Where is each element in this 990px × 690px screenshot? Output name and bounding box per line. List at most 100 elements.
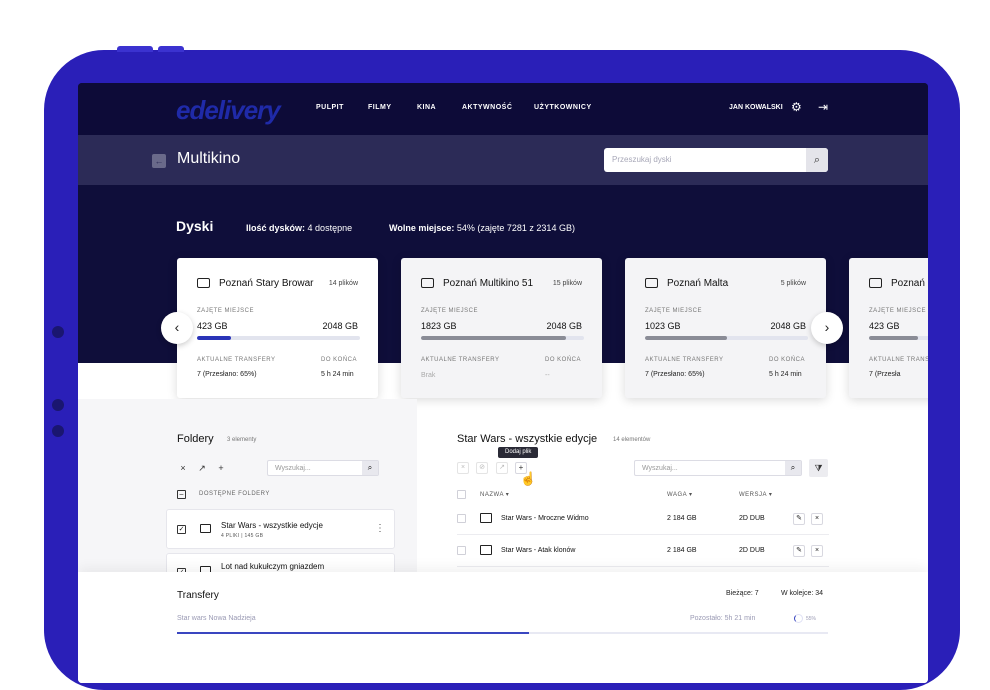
transfers-value: Brak <box>421 372 436 379</box>
transfers-panel: Transfery Bieżące: 7 W kolejce: 34 Star … <box>78 572 928 683</box>
transfers-label: AKTUALNE TRANSFERY <box>197 357 276 363</box>
expand-arrow-icon[interactable]: ↗ <box>196 462 208 474</box>
close-icon[interactable]: × <box>177 462 189 474</box>
carousel-next-button[interactable]: › <box>811 312 843 344</box>
edit-icon[interactable]: ✎ <box>793 545 805 557</box>
usage-bar <box>645 336 808 340</box>
queued-transfers: W kolejce: 34 <box>781 590 824 597</box>
add-icon[interactable]: + <box>215 462 227 474</box>
folders-title: Foldery <box>177 433 214 445</box>
used-space-value: 1023 GB <box>645 321 681 331</box>
used-space-label: ZAJĘTE MIEJSCE <box>869 308 927 314</box>
used-space-value: 1823 GB <box>421 321 457 331</box>
search-icon[interactable]: ⌕ <box>806 148 828 172</box>
transfers-title: Transfery <box>177 590 219 601</box>
hard-drive-icon <box>869 278 882 288</box>
top-navigation: edelivery PULPIT FILMY KINA AKTYWNOŚĆ UŻ… <box>78 83 928 135</box>
block-icon[interactable]: ⊘ <box>476 462 488 474</box>
transfer-progress-bar <box>177 632 828 634</box>
transfers-label: AKTUALNE TRANSFERY <box>645 357 724 363</box>
logout-icon[interactable]: ⇥ <box>818 100 828 114</box>
filter-icon[interactable]: ⧩ <box>809 459 828 477</box>
disk-card[interactable]: Poznań Malta 5 plików ZAJĘTE MIEJSCE 102… <box>625 258 826 398</box>
device-side-button <box>52 425 64 437</box>
nav-item-uzytkownicy[interactable]: UŻYTKOWNICY <box>534 104 592 111</box>
disk-card[interactable]: Poznań ZAJĘTE MIEJSCE 423 GB AKTUALNE TR… <box>849 258 928 398</box>
disk-name: Poznań <box>891 278 925 289</box>
disk-search-input[interactable]: Przeszukaj dyski ⌕ <box>604 148 828 172</box>
add-file-tooltip: Dodaj plik <box>498 447 539 458</box>
page-header: ← Multikino Przeszukaj dyski ⌕ <box>78 135 928 185</box>
file-version: 2D DUB <box>739 547 765 554</box>
transfer-progress-fill <box>177 632 529 634</box>
brand-logo[interactable]: edelivery <box>176 95 281 126</box>
delete-icon[interactable]: × <box>811 513 823 525</box>
carousel-prev-button[interactable]: ‹ <box>161 312 193 344</box>
usage-bar <box>197 336 360 340</box>
nav-item-filmy[interactable]: FILMY <box>368 104 392 111</box>
column-size-header[interactable]: WAGA ▾ <box>667 491 692 498</box>
remaining-value: -- <box>545 372 550 379</box>
transfers-label: AKTUALNE TRANSFERY <box>869 357 928 363</box>
file-checkbox[interactable] <box>457 514 466 523</box>
disk-card[interactable]: Poznań Multikino 51 15 plików ZAJĘTE MIE… <box>401 258 602 398</box>
delete-icon[interactable]: × <box>811 545 823 557</box>
search-placeholder: Wyszukaj... <box>642 465 678 472</box>
available-folders-label: DOSTĘPNE FOLDERY <box>199 491 270 497</box>
transfers-label: AKTUALNE TRANSFERY <box>421 357 500 363</box>
edit-icon[interactable]: ✎ <box>793 513 805 525</box>
app-screen: edelivery PULPIT FILMY KINA AKTYWNOŚĆ UŻ… <box>78 83 928 683</box>
device-side-button <box>52 326 64 338</box>
transfers-value: 7 (Przesłano: 65%) <box>645 371 705 378</box>
select-all-files-checkbox[interactable] <box>457 490 466 499</box>
select-all-checkbox[interactable]: – <box>177 490 186 499</box>
gear-icon[interactable]: ⚙ <box>791 100 802 114</box>
folder-name: Lot nad kukułczym gniazdem <box>221 562 325 571</box>
hard-drive-icon <box>197 278 210 288</box>
files-count: 14 elementów <box>613 437 651 443</box>
usage-bar <box>869 336 928 340</box>
disks-title: Dyski <box>176 218 214 234</box>
free-space: Wolne miejsce: 54% (zajęte 7281 z 2314 G… <box>389 223 575 233</box>
user-name[interactable]: JAN KOWALSKI <box>729 104 783 111</box>
file-checkbox[interactable] <box>457 546 466 555</box>
progress-spinner-icon <box>794 614 803 623</box>
file-name: Star Wars - Mroczne Widmo <box>501 515 589 522</box>
back-arrow-icon[interactable]: ← <box>152 154 166 168</box>
page-title: Multikino <box>177 150 241 167</box>
folder-checkbox[interactable]: ✓ <box>177 525 186 534</box>
current-transfers: Bieżące: 7 <box>726 590 759 597</box>
more-options-icon[interactable]: ⋮ <box>375 523 385 534</box>
nav-item-aktywnosc[interactable]: AKTYWNOŚĆ <box>462 104 512 111</box>
usage-bar-fill <box>645 336 727 340</box>
nav-item-pulpit[interactable]: PULPIT <box>316 104 344 111</box>
search-icon[interactable]: ⌕ <box>785 461 801 475</box>
device-button <box>117 46 153 52</box>
column-name-header[interactable]: NAZWA ▾ <box>480 491 509 498</box>
folders-count: 3 elementy <box>227 437 257 443</box>
film-icon <box>480 545 492 555</box>
hard-drive-icon <box>421 278 434 288</box>
disk-name: Poznań Stary Browar <box>219 278 314 289</box>
device-side-button <box>52 399 64 411</box>
disk-name: Poznań Multikino 51 <box>443 278 534 289</box>
transfers-value: 7 (Przesłano: 65%) <box>197 371 257 378</box>
disk-card[interactable]: Poznań Stary Browar 14 plików ZAJĘTE MIE… <box>177 258 378 398</box>
expand-arrow-icon[interactable]: ↗ <box>496 462 508 474</box>
total-space-value: 2048 GB <box>546 321 582 331</box>
hand-cursor-icon: ☝ <box>520 471 537 486</box>
nav-item-kina[interactable]: KINA <box>417 104 436 111</box>
remaining-value: 5 h 24 min <box>321 371 354 378</box>
transfer-remaining: Pozostało: 5h 21 min <box>690 615 756 622</box>
remaining-label: DO KOŃCA <box>769 357 806 363</box>
hard-drive-icon <box>645 278 658 288</box>
file-size: 2 184 GB <box>667 547 697 554</box>
column-version-header[interactable]: WERSJA ▾ <box>739 491 772 498</box>
film-icon <box>480 513 492 523</box>
folder-search-input[interactable]: Wyszukaj... ⌕ <box>267 460 379 476</box>
disk-file-count: 14 plików <box>328 280 358 287</box>
close-icon[interactable]: × <box>457 462 469 474</box>
search-icon[interactable]: ⌕ <box>362 461 378 475</box>
disk-name: Poznań Malta <box>667 278 729 289</box>
file-search-input[interactable]: Wyszukaj... ⌕ <box>634 460 802 476</box>
